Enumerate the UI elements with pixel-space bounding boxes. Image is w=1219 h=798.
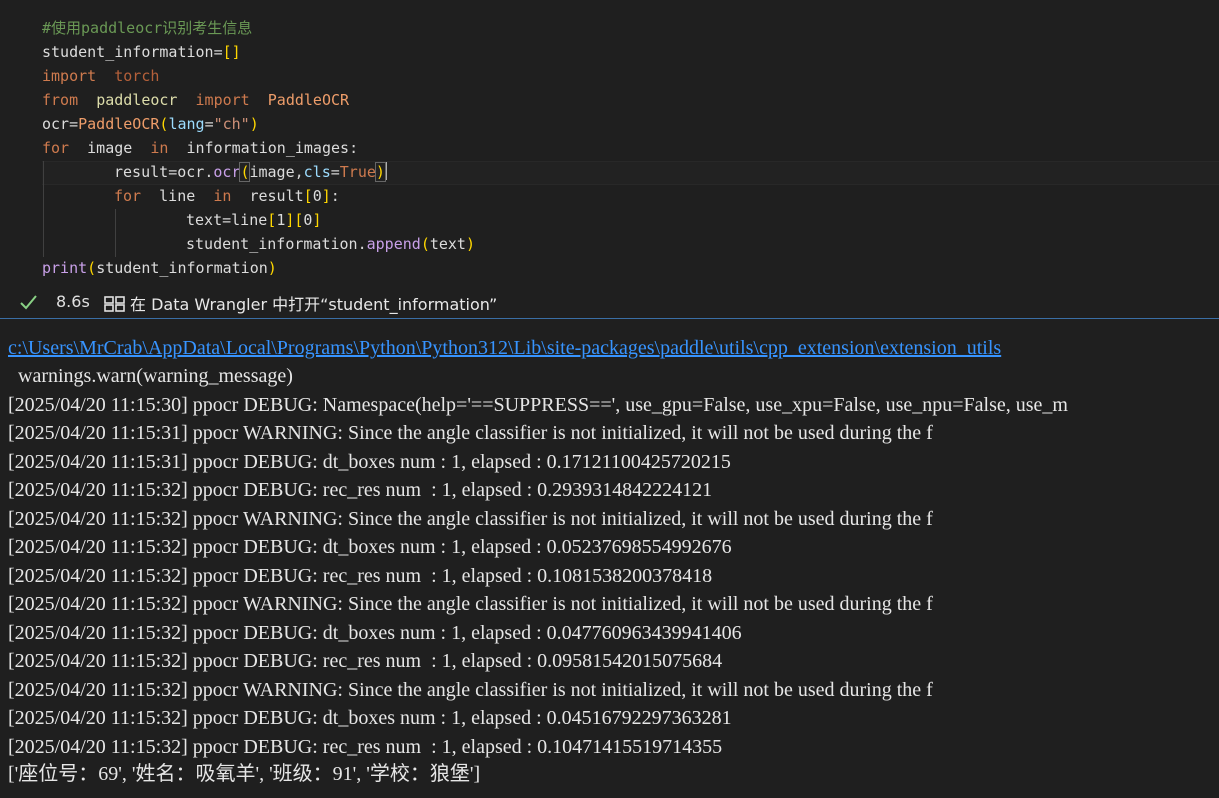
module-torch: torch [114, 67, 160, 85]
cell-status-row: 8.6s 在 Data Wrangler 中打开“student_informa… [0, 289, 1219, 317]
keyword-import: import [195, 91, 250, 109]
data-wrangler-label: 在 Data Wrangler 中打开“student_information” [130, 295, 498, 314]
check-icon [20, 295, 37, 310]
output-line: [2025/04/20 11:15:31] ppocr WARNING: Sin… [8, 422, 933, 444]
code-line-7: result=ocr.ocr(image,cls=True) [114, 162, 387, 182]
keyword-for: for [42, 139, 70, 157]
output-line: [2025/04/20 11:15:32] ppocr WARNING: Sin… [8, 508, 933, 530]
var-line: line [231, 211, 268, 229]
code-line-4: from paddleocr import PaddleOCR [42, 88, 349, 112]
var-ocr: ocr [177, 163, 205, 181]
param-cls: cls [303, 163, 331, 181]
output-line: [2025/04/20 11:15:31] ppocr DEBUG: dt_bo… [8, 451, 731, 473]
var-result: result [249, 187, 304, 205]
output-line: [2025/04/20 11:15:32] ppocr WARNING: Sin… [8, 679, 933, 701]
code-line-10: student_information.append(text) [186, 235, 475, 253]
var-student-information: student_information [42, 43, 214, 61]
output-divider [0, 318, 1219, 319]
text-cursor [384, 162, 387, 180]
module-paddleocr: paddleocr [96, 91, 178, 109]
const-true: True [339, 163, 376, 181]
class-paddleocr: PaddleOCR [78, 115, 160, 133]
var-text: text [186, 211, 223, 229]
string-ch: "ch" [213, 115, 250, 133]
keyword-import: import [42, 67, 97, 85]
empty-list: [] [222, 43, 241, 61]
var-line: line [159, 187, 196, 205]
var-image: image [249, 163, 295, 181]
output-line: [2025/04/20 11:15:32] ppocr DEBUG: rec_r… [8, 479, 713, 501]
code-line-6: for image in information_images: [42, 139, 359, 157]
param-lang: lang [168, 115, 205, 133]
code-line-1: #使用paddleocr识别考生信息 [42, 16, 252, 40]
result-line: ['座位号：69', '姓名：吸氧羊', '班级：91', '学校：狼堡'] [8, 763, 481, 785]
var-student-information: student_information [96, 259, 268, 277]
keyword-from: from [42, 91, 79, 109]
method-ocr: ocr [213, 163, 241, 181]
keyword-for: for [114, 187, 142, 205]
output-line: [2025/04/20 11:15:32] ppocr DEBUG: dt_bo… [8, 536, 732, 558]
keyword-in: in [213, 187, 232, 205]
output-line: [2025/04/20 11:15:30] ppocr DEBUG: Names… [8, 394, 1068, 416]
output-line: [2025/04/20 11:15:32] ppocr DEBUG: rec_r… [8, 736, 723, 758]
data-wrangler-icon [104, 296, 125, 312]
code-line-5: ocr=PaddleOCR(lang="ch") [42, 115, 259, 133]
indent-guide [115, 209, 116, 257]
open-in-data-wrangler-link[interactable]: 在 Data Wrangler 中打开“student_information” [104, 291, 497, 315]
cell-output[interactable]: c:\Users\MrCrab\AppData\Local\Programs\P… [0, 320, 1219, 798]
output-line: [2025/04/20 11:15:32] ppocr DEBUG: dt_bo… [8, 622, 742, 644]
number-1: 1 [276, 211, 286, 229]
keyword-in: in [150, 139, 169, 157]
var-text: text [429, 235, 466, 253]
builtin-print: print [42, 259, 88, 277]
indent-guide [43, 161, 44, 257]
output-line: [2025/04/20 11:15:32] ppocr DEBUG: dt_bo… [8, 707, 732, 729]
number-0: 0 [312, 187, 322, 205]
var-result: result [114, 163, 169, 181]
class-paddleocr: PaddleOCR [267, 91, 350, 109]
code-line-11: print(student_information) [42, 259, 277, 277]
output-line: warnings.warn(warning_message) [8, 365, 293, 387]
var-student-information: student_information [186, 235, 358, 253]
execution-time: 8.6s [56, 292, 90, 311]
var-ocr: ocr [42, 115, 70, 133]
code-line-8: for line in result[0]: [114, 187, 340, 205]
code-line-9: text=line[1][0] [186, 211, 322, 229]
var-image: image [87, 139, 133, 157]
output-line: [2025/04/20 11:15:32] ppocr WARNING: Sin… [8, 593, 933, 615]
comment: #使用paddleocr识别考生信息 [42, 19, 253, 37]
code-cell[interactable]: #使用paddleocr识别考生信息 student_information=[… [0, 0, 1219, 320]
code-line-3: import torch [42, 64, 159, 88]
warning-file-link[interactable]: c:\Users\MrCrab\AppData\Local\Programs\P… [8, 334, 1001, 362]
var-information-images: information_images [186, 139, 350, 157]
output-line: [2025/04/20 11:15:32] ppocr DEBUG: rec_r… [8, 565, 713, 587]
method-append: append [366, 235, 421, 253]
output-line: [2025/04/20 11:15:32] ppocr DEBUG: rec_r… [8, 650, 723, 672]
code-line-2: student_information=[] [42, 43, 241, 61]
